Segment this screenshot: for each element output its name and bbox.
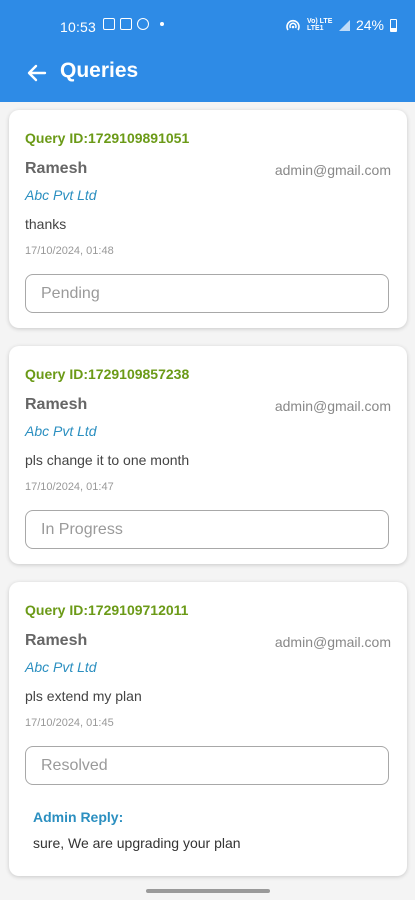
query-email: admin@gmail.com	[274, 634, 391, 650]
query-card: Query ID:1729109891051 Ramesh admin@gmai…	[9, 110, 407, 328]
back-arrow-icon[interactable]	[26, 62, 48, 84]
query-datetime: 17/10/2024, 01:47	[25, 481, 114, 493]
query-datetime: 17/10/2024, 01:48	[25, 245, 114, 257]
status-system-icons: Vo) LTE LTE1 24%	[285, 17, 397, 33]
fan-icon	[137, 18, 149, 30]
query-card: Query ID:1729109712011 Ramesh admin@gmai…	[9, 582, 407, 876]
battery-percent: 24%	[355, 17, 384, 33]
app-bar: 10:53 Vo) LTE LTE1 24% Queries	[0, 0, 415, 102]
query-name: Ramesh	[25, 396, 88, 413]
query-id: Query ID:1729109857238	[25, 366, 190, 382]
status-notification-icons	[103, 18, 164, 30]
battery-icon	[390, 18, 397, 32]
query-card: Query ID:1729109857238 Ramesh admin@gmai…	[9, 346, 407, 564]
status-field[interactable]: Pending	[25, 274, 389, 313]
admin-reply-label: Admin Reply:	[33, 809, 124, 825]
image-icon	[103, 18, 115, 30]
query-company: Abc Pvt Ltd	[25, 423, 97, 439]
query-company: Abc Pvt Ltd	[25, 659, 97, 675]
admin-reply-text: sure, We are upgrading your plan	[33, 835, 241, 851]
query-datetime: 17/10/2024, 01:45	[25, 717, 114, 729]
query-message: pls change it to one month	[25, 452, 190, 468]
query-company: Abc Pvt Ltd	[25, 187, 97, 203]
notification-dot-icon	[160, 22, 164, 26]
query-email: admin@gmail.com	[274, 162, 391, 178]
page-title: Queries	[60, 59, 139, 82]
query-name: Ramesh	[25, 632, 88, 649]
home-indicator[interactable]	[146, 889, 270, 893]
query-email: admin@gmail.com	[274, 398, 391, 414]
status-field[interactable]: In Progress	[25, 510, 389, 549]
hotspot-icon	[286, 19, 300, 31]
title-bar: Queries	[0, 55, 415, 102]
status-time: 10:53	[60, 19, 97, 35]
query-id: Query ID:1729109891051	[25, 130, 190, 146]
status-field[interactable]: Resolved	[25, 746, 389, 785]
status-bar: 10:53 Vo) LTE LTE1 24%	[0, 0, 415, 55]
query-message: pls extend my plan	[25, 688, 142, 704]
query-message: thanks	[25, 216, 67, 232]
query-name: Ramesh	[25, 160, 88, 177]
query-id: Query ID:1729109712011	[25, 602, 189, 618]
signal-icon	[338, 19, 350, 31]
network-type-label: Vo) LTE LTE1	[306, 18, 333, 32]
mail-icon	[120, 18, 132, 30]
